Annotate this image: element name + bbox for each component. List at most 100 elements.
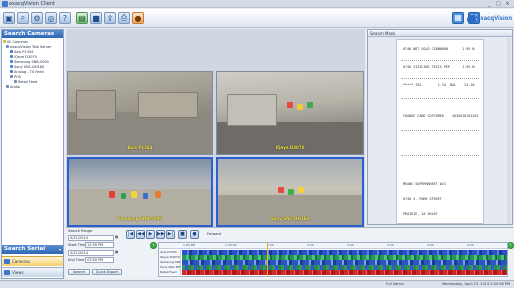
export-icon[interactable]: ⇪: [104, 12, 116, 24]
server-icon: [6, 45, 9, 48]
folder-icon: [3, 40, 6, 43]
print-icon[interactable]: ⎙: [118, 12, 130, 24]
receipt-scrollbar[interactable]: [507, 38, 511, 224]
play-button[interactable]: ▶: [146, 230, 155, 239]
window-controls: _ □ ×: [486, 1, 511, 7]
skip-back-button[interactable]: |◀: [126, 230, 135, 239]
fast-forward-button[interactable]: ▶▶: [156, 230, 165, 239]
receipt-divider: [401, 130, 479, 131]
green-object: [121, 193, 126, 199]
window-title: exacqVision Client: [9, 1, 55, 7]
search-button[interactable]: Search: [68, 269, 90, 275]
pos-icon: [10, 75, 13, 78]
red-object: [109, 191, 115, 198]
calendar-icon[interactable]: ▦: [115, 235, 118, 239]
record-icon[interactable]: ●: [132, 12, 144, 24]
receipt-line: 6740 S. PARK STREET: [403, 197, 442, 201]
video-grid: Axis P1344 IQeye D3070 Samsung SNB-5000 …: [66, 29, 365, 227]
receipt-divider: [401, 60, 479, 61]
timeline[interactable]: 1:00 PM 1:30:00 2:00 2:30 3:00 3:30 4:00…: [158, 242, 508, 277]
quick-export-button[interactable]: Quick Export: [92, 269, 122, 275]
camera-tile-axis[interactable]: Axis P1344: [67, 71, 213, 155]
live-view-icon[interactable]: ▣: [3, 12, 15, 24]
tree-item-label: Samsung SNB-5000: [14, 59, 49, 64]
chevron-down-icon: ▾: [58, 247, 61, 252]
camera-tile-samsung[interactable]: Samsung SNB-5000: [67, 157, 213, 227]
app-window: exacqVision Client _ □ × ▣ ⌕ ⚙ ◎ ? ▤ ■ ⇪…: [0, 0, 514, 288]
camera-tile-iqeye[interactable]: IQeye D3070: [216, 71, 364, 155]
nav-views[interactable]: Views: [2, 267, 63, 277]
camera-icon: [10, 65, 13, 68]
nav-cameras[interactable]: Cameras: [2, 256, 63, 266]
cubicle-wall: [138, 92, 198, 118]
yellow-object: [298, 187, 304, 193]
search-icon[interactable]: ⌕: [17, 12, 29, 24]
search-serial-header[interactable]: Search Serial ▾: [2, 245, 63, 254]
yellow-object: [131, 191, 137, 198]
exacq-logo: exacqVision: [467, 12, 512, 26]
help-icon[interactable]: ?: [59, 12, 71, 24]
tick-label: 4:00: [427, 243, 434, 247]
timeline-track[interactable]: Retail Feed: [159, 270, 507, 275]
search-range: Search Range 4/21/2014 ▦ Start Time: 12:…: [67, 229, 123, 279]
tree-item-label: Analog - TV Feed: [14, 69, 44, 74]
tick-label: 1:30:00: [225, 243, 237, 247]
camera-icon[interactable]: ▤: [76, 12, 88, 24]
tree-item-label: IQeye D3070: [14, 54, 37, 59]
end-time-field[interactable]: 03:00 PM: [85, 257, 114, 263]
office-floor: [218, 195, 362, 225]
tree-item-audio[interactable]: Audio: [3, 84, 62, 89]
yellow-object: [297, 104, 303, 110]
sidebar-title: Search Cameras: [2, 30, 63, 38]
app-icon: [2, 1, 8, 7]
stop-button[interactable]: ■: [178, 230, 187, 239]
skip-forward-button[interactable]: ▶|: [166, 230, 175, 239]
search-video-icon[interactable]: ◎: [45, 12, 57, 24]
tree-item-label: POS: [14, 74, 22, 79]
end-time-label: End Time:: [68, 258, 86, 262]
receipt-line: ***** TAX 1.34 BAL 23.18: [403, 83, 475, 87]
maximize-button[interactable]: □: [495, 1, 502, 7]
red-object: [278, 187, 284, 193]
rewind-button[interactable]: ◀◀: [136, 230, 145, 239]
record-button[interactable]: ●: [190, 230, 199, 239]
nav-cameras-label: Cameras: [12, 259, 30, 264]
receipt-line: 6746 SIZZLING TEXIS PEP 1.99 N: [403, 65, 475, 69]
logo-mark-icon: [467, 14, 477, 24]
start-date-field[interactable]: 4/21/2014: [68, 235, 114, 241]
orange-object: [155, 191, 161, 198]
setup-icon[interactable]: ⚙: [31, 12, 43, 24]
timeline-cursor[interactable]: [266, 243, 268, 276]
camera-icon: [4, 259, 10, 264]
camera-label: Sony SNC-DH160: [270, 216, 310, 221]
camera-tile-sony[interactable]: Sony SNC-DH160: [216, 157, 364, 227]
status-bar: Full Admin Wednesday, April 23, 2014 2:5…: [0, 280, 514, 288]
receipt-line: PRAIRIE, IA 56107: [403, 212, 438, 216]
direction-label: Forward: [207, 232, 222, 236]
timeline-back-arrow-icon[interactable]: ‹: [150, 242, 157, 249]
track-bar: [182, 270, 507, 275]
start-time-field[interactable]: 12:00 PM: [85, 242, 114, 248]
timeline-forward-arrow-icon[interactable]: ›: [507, 242, 514, 249]
tick-label: 3:30: [387, 243, 394, 247]
cubicle-wall: [227, 94, 277, 126]
title-bar: exacqVision Client _ □ ×: [0, 0, 514, 8]
end-date-field[interactable]: 4/21/2014: [68, 250, 114, 256]
logo-text: exacqVision: [477, 16, 512, 22]
receipt-panel-title: Search Mask: [368, 30, 512, 37]
stop-icon[interactable]: ■: [90, 12, 102, 24]
cubicle-wall: [76, 90, 116, 120]
minimize-button[interactable]: _: [486, 1, 493, 7]
status-user: Full Admin: [385, 282, 404, 286]
calendar-icon[interactable]: ▦: [115, 250, 118, 254]
close-button[interactable]: ×: [504, 1, 511, 7]
tree-item-label: Axis P1344: [14, 49, 34, 54]
camera-tree: All Cameras exacqVision Test Server Axis…: [2, 38, 63, 90]
receipt-divider: [401, 98, 479, 99]
search-panel: Search Range 4/21/2014 ▦ Start Time: 12:…: [66, 227, 514, 279]
toolbar: ▣ ⌕ ⚙ ◎ ? ▤ ■ ⇪ ⎙ ● ▦ ⛶ exacqVision: [0, 9, 514, 28]
receipt-panel: Search Mask 6746 NOT SOLD CINNAMON 1.99 …: [367, 29, 513, 225]
layout-grid-icon[interactable]: ▦: [452, 12, 464, 24]
receipt-line: 6746 NOT SOLD CINNAMON 1.99 N: [403, 47, 475, 51]
search-range-title: Search Range: [68, 229, 93, 233]
